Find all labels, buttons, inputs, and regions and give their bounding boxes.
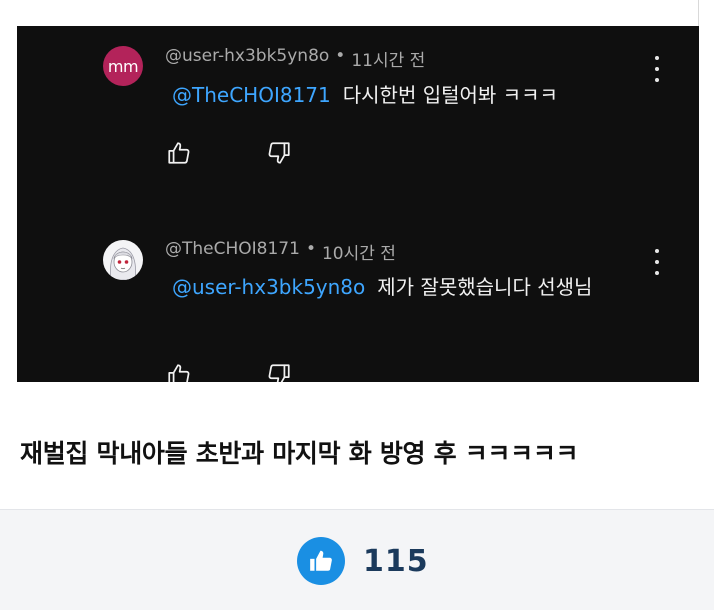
comment-body: @user-hx3bk5yn8o 제가 잘못했습니다 선생님 bbox=[172, 270, 642, 304]
post-caption: 재벌집 막내아들 초반과 마지막 화 방영 후 ㅋㅋㅋㅋㅋ bbox=[20, 439, 579, 468]
more-vert-icon[interactable] bbox=[647, 249, 667, 275]
anime-girl-avatar-icon bbox=[110, 247, 136, 280]
avatar-initials: mm bbox=[107, 56, 139, 76]
comment-text: 다시한번 입털어봐 ㅋㅋㅋ bbox=[342, 83, 558, 107]
comment-actions bbox=[166, 140, 292, 166]
comment-item: @TheCHOI8171 • 10시간 전 @user-hx3bk5yn8o 제가… bbox=[17, 206, 699, 382]
meta-separator: • bbox=[305, 239, 316, 259]
comment-author[interactable]: @TheCHOI8171 bbox=[165, 239, 300, 264]
comment-text: 제가 잘못했습니다 선생님 bbox=[377, 275, 593, 299]
page-divider bbox=[698, 0, 699, 26]
comment-time[interactable]: 11시간 전 bbox=[351, 46, 425, 71]
comment-body: @TheCHOI8171 다시한번 입털어봐 ㅋㅋㅋ bbox=[172, 78, 642, 112]
comment-meta: @user-hx3bk5yn8o • 11시간 전 bbox=[165, 46, 425, 71]
more-vert-icon[interactable] bbox=[647, 56, 667, 82]
comment-screenshot: mm @user-hx3bk5yn8o • 11시간 전 @TheCHOI817… bbox=[17, 26, 699, 382]
like-count: 115 bbox=[363, 544, 429, 579]
recommend-bar: 115 bbox=[0, 509, 714, 610]
avatar[interactable] bbox=[103, 240, 143, 280]
comment-time[interactable]: 10시간 전 bbox=[322, 239, 396, 264]
mention-link[interactable]: @TheCHOI8171 bbox=[172, 83, 331, 107]
comment-meta: @TheCHOI8171 • 10시간 전 bbox=[165, 239, 396, 264]
like-button[interactable] bbox=[297, 537, 345, 585]
thumbs-down-icon[interactable] bbox=[266, 140, 292, 166]
mention-link[interactable]: @user-hx3bk5yn8o bbox=[172, 275, 365, 299]
thumbs-up-icon[interactable] bbox=[166, 362, 192, 382]
avatar[interactable]: mm bbox=[103, 46, 143, 86]
comment-actions bbox=[166, 362, 292, 382]
comment-author[interactable]: @user-hx3bk5yn8o bbox=[165, 46, 329, 71]
thumbs-up-icon bbox=[310, 550, 332, 571]
thumbs-up-icon[interactable] bbox=[166, 140, 192, 166]
thumbs-down-icon[interactable] bbox=[266, 362, 292, 382]
meta-separator: • bbox=[335, 46, 346, 66]
comment-item: mm @user-hx3bk5yn8o • 11시간 전 @TheCHOI817… bbox=[17, 26, 699, 206]
